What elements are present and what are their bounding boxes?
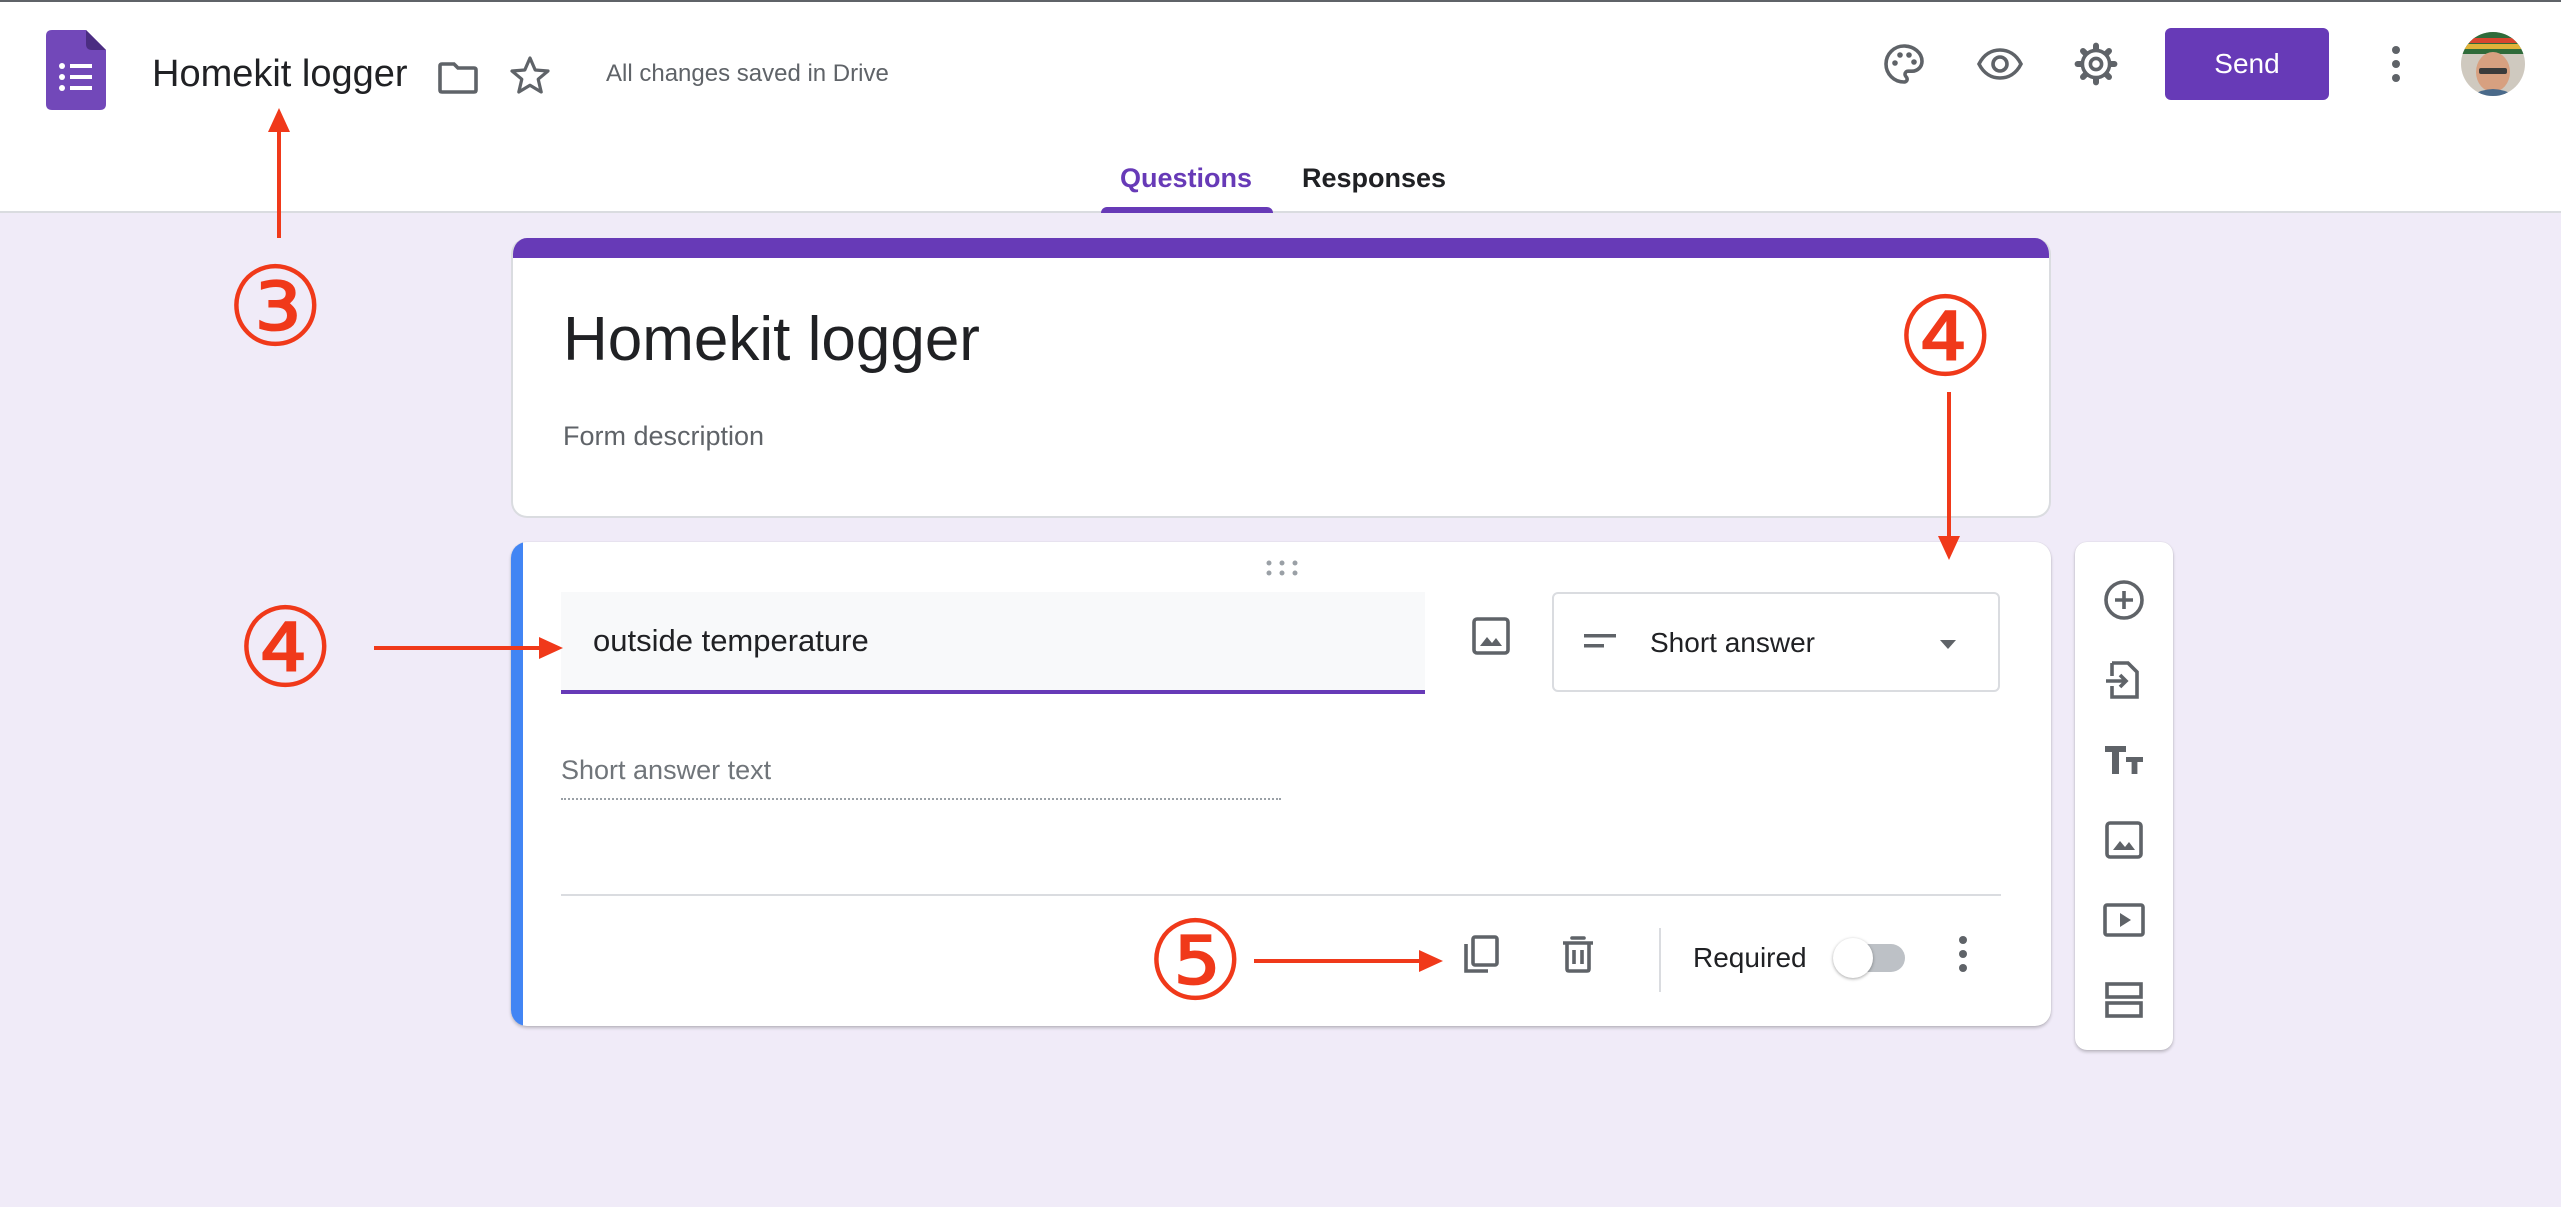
add-title-icon[interactable] [2100, 736, 2148, 784]
drag-handle-icon[interactable] [1264, 558, 1300, 578]
eye-icon[interactable] [1976, 40, 2024, 88]
add-image-icon[interactable] [1467, 612, 1515, 660]
question-focus-bar [511, 542, 523, 1026]
add-video-icon[interactable] [2100, 896, 2148, 944]
annotation-5: ⑤ [1146, 897, 1245, 1025]
required-toggle[interactable] [1833, 938, 1909, 978]
title-card-accent [513, 238, 2049, 258]
duplicate-icon[interactable] [1457, 930, 1505, 978]
more-options-icon[interactable] [1939, 930, 1987, 978]
annotation-4-dropdown: ④ [1896, 273, 1995, 401]
form-description[interactable]: Form description [563, 418, 764, 454]
add-image-toolbar-icon[interactable] [2100, 816, 2148, 864]
add-section-icon[interactable] [2100, 976, 2148, 1024]
annotation-4-question: ④ [236, 584, 335, 712]
document-title[interactable]: Homekit logger [152, 46, 408, 102]
star-icon[interactable] [506, 52, 554, 100]
form-title-card: Homekit logger Form description [511, 238, 2051, 518]
add-question-icon[interactable] [2100, 576, 2148, 624]
short-answer-underline [561, 798, 1281, 800]
trash-icon[interactable] [1554, 930, 1602, 978]
required-label: Required [1693, 942, 1807, 973]
footer-vertical-divider [1659, 928, 1661, 992]
question-type-label: Short answer [1650, 627, 1815, 658]
import-questions-icon[interactable] [2100, 656, 2148, 704]
annotation-3: ③ [226, 243, 325, 371]
chevron-down-icon [1940, 640, 1956, 649]
active-tab-indicator [1101, 207, 1273, 213]
send-button[interactable]: Send [2165, 28, 2329, 100]
folder-icon[interactable] [434, 54, 482, 102]
tab-questions[interactable]: Questions [1120, 160, 1252, 196]
question-footer-divider [561, 894, 2001, 896]
question-card[interactable]: Short answer Short answer text Required [511, 542, 2051, 1026]
short-answer-icon [1584, 634, 1616, 648]
question-type-dropdown[interactable]: Short answer [1552, 592, 2000, 692]
more-vert-icon[interactable] [2372, 40, 2420, 88]
palette-icon[interactable] [1880, 40, 1928, 88]
tab-responses[interactable]: Responses [1302, 160, 1446, 196]
avatar[interactable] [2461, 32, 2525, 96]
form-title[interactable]: Homekit logger [563, 300, 980, 380]
side-toolbar [2075, 542, 2173, 1050]
save-status: All changes saved in Drive [606, 60, 889, 87]
gear-icon[interactable] [2072, 40, 2120, 88]
app-header: Homekit logger All changes saved in Driv… [0, 0, 2561, 213]
forms-logo-icon[interactable] [46, 30, 106, 110]
question-title-input[interactable] [561, 592, 1425, 694]
required-toggle-knob [1833, 938, 1873, 978]
short-answer-placeholder: Short answer text [561, 755, 772, 785]
